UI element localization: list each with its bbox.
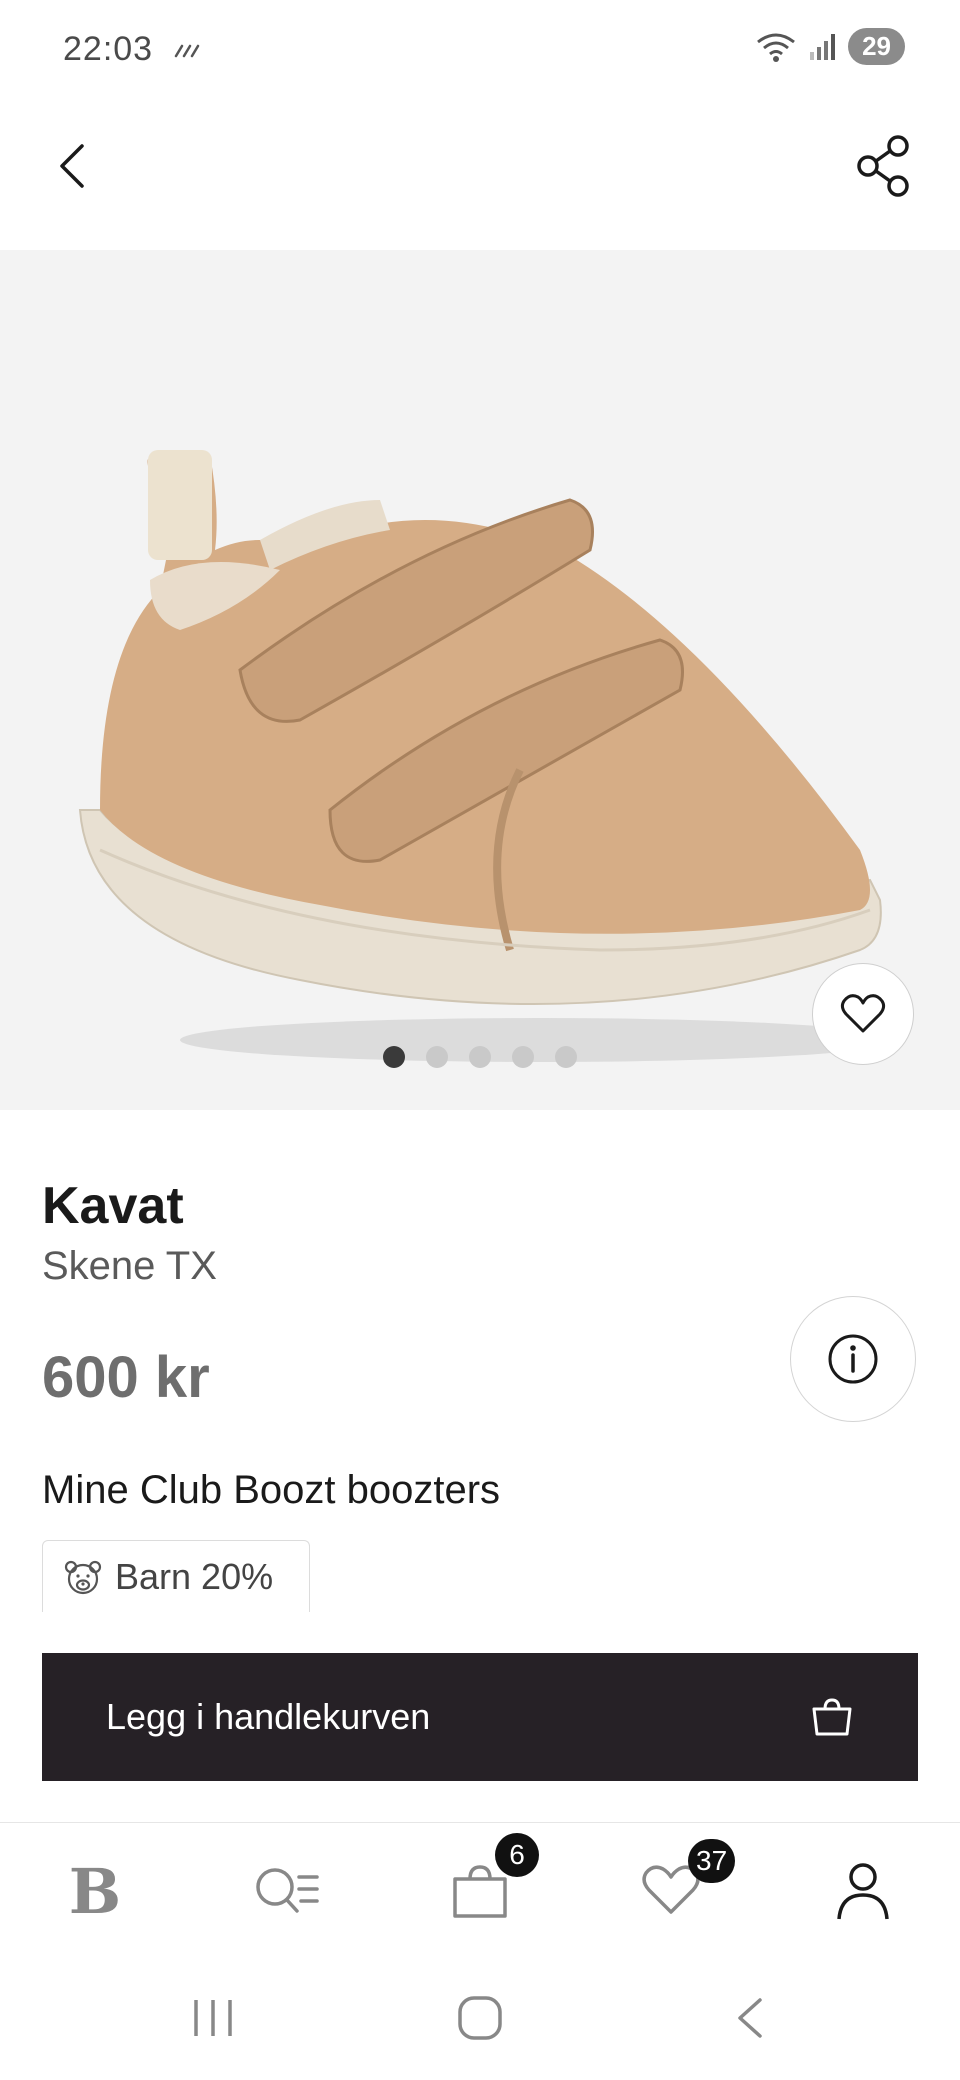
signal-slash-icon <box>174 44 200 58</box>
product-price: 600 kr <box>42 1345 210 1410</box>
product-image-gallery[interactable] <box>0 250 960 1110</box>
recent-apps-icon[interactable] <box>190 1998 236 2038</box>
battery-icon: 29 <box>848 28 905 65</box>
product-image <box>78 450 900 1062</box>
status-time: 22:03 <box>63 30 154 68</box>
brand-name: Kavat <box>42 1177 184 1235</box>
tab-account[interactable] <box>788 1823 938 1959</box>
person-icon <box>837 1863 889 1920</box>
chevron-left-icon <box>60 144 84 188</box>
bag-count-badge: 6 <box>495 1833 539 1877</box>
gallery-dot-5[interactable] <box>555 1046 577 1068</box>
wishlist-button[interactable] <box>812 963 914 1065</box>
gallery-dot-3[interactable] <box>469 1046 491 1068</box>
bottom-tab-bar: B 6 37 <box>0 1822 960 1959</box>
club-discount-chip: Barn 20% <box>42 1540 310 1612</box>
status-bar: 22:03 29 <box>0 0 960 100</box>
teddy-bear-icon <box>64 1560 102 1594</box>
share-button[interactable] <box>852 132 916 200</box>
status-icons: 29 <box>754 28 905 65</box>
bag-icon <box>453 1865 507 1918</box>
system-navigation-bar <box>0 1958 960 2080</box>
club-chip-label: Barn 20% <box>115 1555 274 1597</box>
gallery-dot-2[interactable] <box>426 1046 448 1068</box>
home-icon[interactable] <box>456 1994 504 2042</box>
cell-signal-icon <box>810 33 836 60</box>
wifi-icon <box>757 33 795 62</box>
tab-bag[interactable]: 6 <box>405 1823 555 1959</box>
product-name: Skene TX <box>42 1244 217 1288</box>
info-button[interactable] <box>790 1296 916 1422</box>
wishlist-count-badge: 37 <box>688 1839 736 1883</box>
home-logo-icon: B <box>68 1854 122 1928</box>
add-to-cart-button[interactable]: Legg i handlekurven <box>42 1653 918 1781</box>
tab-home[interactable]: B <box>20 1823 170 1959</box>
club-heading: Mine Club Boozt boozters <box>42 1468 501 1512</box>
back-nav-icon[interactable] <box>732 1996 768 2040</box>
tab-wishlist[interactable]: 37 <box>596 1823 746 1959</box>
tab-search[interactable] <box>212 1823 362 1959</box>
info-icon <box>828 1334 878 1384</box>
shopping-bag-icon <box>812 1698 852 1736</box>
gallery-dot-4[interactable] <box>512 1046 534 1068</box>
heart-icon <box>840 994 886 1033</box>
back-button[interactable] <box>44 130 104 202</box>
add-to-cart-label: Legg i handlekurven <box>106 1696 431 1737</box>
gallery-dot-1[interactable] <box>383 1046 405 1068</box>
search-list-icon <box>256 1868 319 1913</box>
share-icon <box>857 135 909 197</box>
